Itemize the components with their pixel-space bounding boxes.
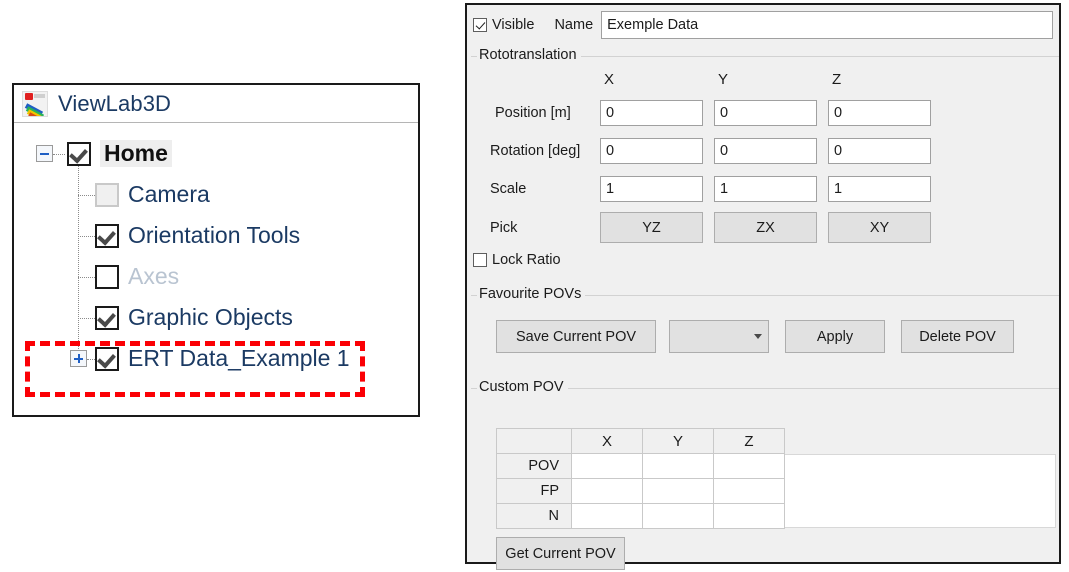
checkbox-home[interactable]: [67, 141, 91, 166]
rototranslation-group: Rototranslation X Y Z Position [m] 0 0 0…: [471, 47, 1059, 263]
position-z-input[interactable]: 0: [828, 100, 931, 126]
custom-pov-table-area: X Y Z POV FP N: [496, 428, 1056, 529]
tree-item-orientation-tools[interactable]: Orientation Tools: [14, 215, 418, 256]
scale-x-input[interactable]: 1: [600, 176, 703, 202]
tree-panel-header: ViewLab3D: [14, 85, 418, 123]
delete-pov-button[interactable]: Delete POV: [901, 320, 1014, 353]
tree-connector-stub: [78, 194, 95, 197]
label-scale: Scale: [490, 181, 527, 197]
checkbox-axes[interactable]: [95, 264, 119, 289]
checkbox-lock-ratio[interactable]: [473, 253, 487, 267]
app-title: ViewLab3D: [58, 90, 172, 116]
custom-pov-table[interactable]: X Y Z POV FP N: [496, 428, 785, 529]
label-lock-ratio: Lock Ratio: [492, 252, 561, 268]
axis-header-x: X: [604, 71, 615, 88]
scale-z-input[interactable]: 1: [828, 176, 931, 202]
position-y-input[interactable]: 0: [714, 100, 817, 126]
tree-item-home[interactable]: Home: [14, 133, 418, 174]
table-header-y: Y: [642, 428, 714, 454]
pick-yz-button[interactable]: YZ: [600, 212, 703, 243]
tree-connector-stub: [78, 235, 95, 238]
favourite-pov-select[interactable]: [669, 320, 769, 353]
pick-zx-button[interactable]: ZX: [714, 212, 817, 243]
tree-item-ert-data-example-1[interactable]: ERT Data_Example 1: [14, 338, 418, 379]
name-input[interactable]: Exemple Data: [601, 11, 1053, 39]
n-y-cell[interactable]: [642, 503, 714, 529]
tree-item-camera[interactable]: Camera: [14, 174, 418, 215]
tree-label-graphic-objects: Graphic Objects: [128, 304, 293, 330]
get-current-pov-button[interactable]: Get Current POV: [496, 537, 625, 570]
visible-name-row: Visible Name Exemple Data: [473, 11, 1053, 39]
checkbox-ert-data-example-1[interactable]: [95, 346, 119, 371]
table-rowheader-fp: FP: [496, 478, 572, 504]
custom-pov-group: Custom POV X Y Z POV FP N Get Current PO…: [471, 379, 1059, 570]
fp-x-cell[interactable]: [571, 478, 643, 504]
checkbox-visible[interactable]: [473, 18, 487, 32]
checkbox-graphic-objects[interactable]: [95, 305, 119, 330]
rotation-z-input[interactable]: 0: [828, 138, 931, 164]
tree-connector-stub: [78, 276, 95, 279]
fp-y-cell[interactable]: [642, 478, 714, 504]
rototranslation-title: Rototranslation: [477, 47, 581, 63]
tree-item-graphic-objects[interactable]: Graphic Objects: [14, 297, 418, 338]
label-rotation: Rotation [deg]: [490, 143, 581, 159]
favourite-povs-group: Favourite POVs Save Current POV Apply De…: [471, 286, 1059, 368]
table-header-x: X: [571, 428, 643, 454]
table-corner-cell: [496, 428, 572, 454]
tree-body: Home Camera Orientation Tools Axes Graph…: [14, 123, 418, 379]
expander-collapse-icon[interactable]: [36, 145, 53, 162]
tree-label-ert-data-example-1: ERT Data_Example 1: [128, 345, 350, 371]
label-pick: Pick: [490, 220, 518, 236]
axis-header-z: Z: [832, 71, 842, 88]
table-header-z: Z: [713, 428, 785, 454]
table-header-row: X Y Z: [496, 428, 785, 454]
table-rowheader-pov: POV: [496, 453, 572, 479]
label-visible: Visible: [492, 17, 535, 33]
fp-z-cell[interactable]: [713, 478, 785, 504]
checkbox-orientation-tools[interactable]: [95, 223, 119, 248]
position-x-input[interactable]: 0: [600, 100, 703, 126]
tree-label-orientation-tools: Orientation Tools: [128, 222, 301, 248]
table-row: FP: [496, 478, 785, 504]
viewlab3d-app-icon: [22, 90, 48, 117]
n-z-cell[interactable]: [713, 503, 785, 529]
pov-x-cell[interactable]: [571, 453, 643, 479]
scale-y-input[interactable]: 1: [714, 176, 817, 202]
pick-xy-button[interactable]: XY: [828, 212, 931, 243]
label-position: Position [m]: [495, 105, 571, 121]
tree-label-axes: Axes: [128, 263, 180, 289]
tree-label-camera: Camera: [128, 181, 210, 207]
object-tree-panel: ViewLab3D Home Camera Orientation Tools: [12, 83, 420, 417]
tree-connector-stub: [53, 153, 65, 156]
tree-connector-stub: [87, 358, 95, 361]
table-rowheader-n: N: [496, 503, 572, 529]
save-current-pov-button[interactable]: Save Current POV: [496, 320, 656, 353]
checkbox-camera[interactable]: [95, 182, 119, 207]
chevron-down-icon: [754, 334, 762, 339]
custom-pov-title: Custom POV: [477, 379, 568, 395]
expander-expand-icon[interactable]: [70, 350, 87, 367]
tree-item-axes[interactable]: Axes: [14, 256, 418, 297]
pov-y-cell[interactable]: [642, 453, 714, 479]
rotation-y-input[interactable]: 0: [714, 138, 817, 164]
favourite-povs-title: Favourite POVs: [477, 286, 586, 302]
label-name: Name: [554, 17, 594, 33]
table-row: N: [496, 503, 785, 529]
tree-connector-stub: [78, 317, 95, 320]
tree-label-home: Home: [100, 140, 172, 167]
n-x-cell[interactable]: [571, 503, 643, 529]
table-row: POV: [496, 453, 785, 479]
rotation-x-input[interactable]: 0: [600, 138, 703, 164]
axis-header-y: Y: [718, 71, 729, 88]
object-properties-panel: Visible Name Exemple Data Rototranslatio…: [465, 3, 1061, 570]
pov-z-cell[interactable]: [713, 453, 785, 479]
lock-ratio-row[interactable]: Lock Ratio: [473, 252, 561, 268]
apply-pov-button[interactable]: Apply: [785, 320, 885, 353]
